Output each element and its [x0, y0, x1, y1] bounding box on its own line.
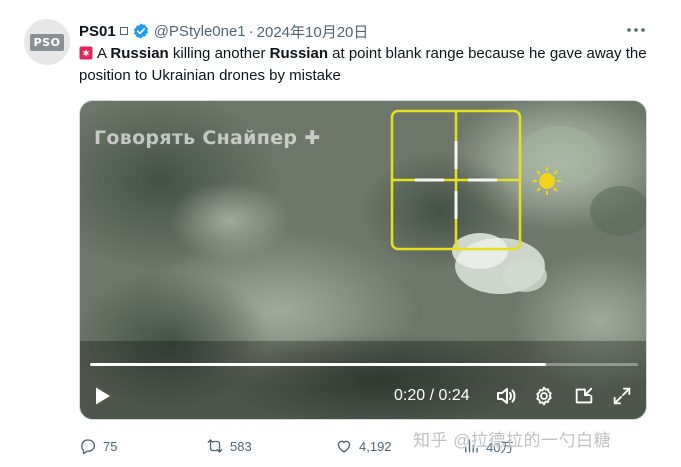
reply-count: 75 [103, 438, 118, 454]
avatar-logo: PSO [29, 33, 65, 51]
fullscreen-icon[interactable] [610, 384, 634, 408]
text-bold: Russian [269, 45, 328, 62]
pip-icon[interactable] [572, 384, 596, 408]
settings-gear-icon[interactable] [532, 384, 556, 408]
verified-badge-icon [133, 23, 148, 39]
tweet-text: A Russian killing another Russian at poi… [79, 43, 659, 87]
siren-icon [79, 46, 93, 60]
progress-fill [90, 363, 547, 366]
like-count: 4,192 [359, 438, 392, 454]
retweet-button[interactable]: 583 [206, 434, 252, 458]
video-time: 0:20 / 0:24 [394, 387, 470, 405]
tweet-header: PS01 @PStyle0ne1 · 2024年10月20日 [79, 20, 368, 42]
text-bold: Russian [110, 45, 169, 62]
tweet-date[interactable]: 2024年10月20日 [257, 21, 369, 42]
retweet-count: 583 [230, 438, 252, 454]
video-player[interactable]: Говорять Снайпер ✚ 0:20 / 0:24 [79, 100, 647, 420]
tweet-card: PSO PS01 @PStyle0ne1 · 2024年10月20日 A Rus… [0, 0, 681, 467]
reply-icon [81, 439, 96, 455]
like-icon [337, 440, 351, 453]
time-separator: / [425, 387, 439, 404]
reply-button[interactable]: 75 [79, 434, 117, 458]
video-watermark: Говорять Снайпер ✚ [94, 127, 321, 149]
text-part: killing another [168, 45, 270, 62]
text-part: A [97, 45, 111, 62]
flag-icon [119, 27, 128, 35]
author-name[interactable]: PS01 [79, 23, 116, 40]
progress-bar[interactable] [90, 363, 638, 366]
more-icon[interactable] [623, 20, 649, 40]
volume-icon[interactable] [494, 384, 518, 408]
duration: 0:24 [438, 387, 470, 404]
avatar[interactable]: PSO [24, 19, 70, 65]
like-button[interactable]: 4,192 [335, 434, 392, 458]
current-time: 0:20 [394, 387, 426, 404]
separator-dot: · [248, 22, 254, 40]
play-icon[interactable] [90, 383, 116, 409]
author-handle[interactable]: @PStyle0ne1 [154, 23, 246, 40]
zhihu-watermark: 知乎 @拉德拉的一勺白糖 [413, 431, 611, 450]
retweet-icon [207, 439, 223, 453]
